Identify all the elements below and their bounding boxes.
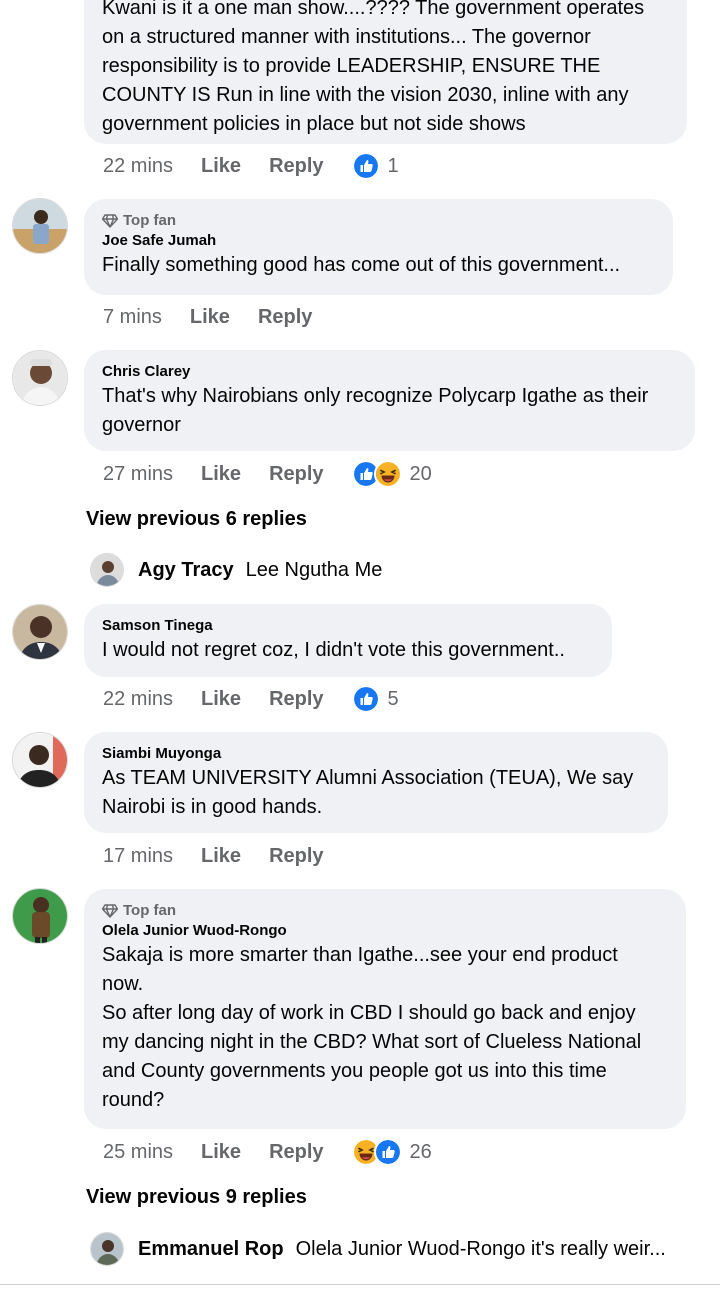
comment-author[interactable]: Joe Safe Jumah	[102, 231, 655, 251]
reply-snippet: Olela Junior Wuod-Rongo it's really weir…	[295, 1237, 666, 1260]
like-reaction-icon	[351, 685, 380, 713]
comment-timestamp[interactable]: 22 mins	[103, 155, 173, 178]
comment-bubble: Kwani is it a one man show....???? The g…	[84, 0, 687, 144]
reply-button[interactable]: Reply	[269, 845, 323, 868]
comment-author[interactable]: Olela Junior Wuod-Rongo	[102, 921, 668, 941]
comment-text-line: So after long day of work in CBD I shoul…	[102, 1002, 636, 1024]
comment-bubble: Top fan Joe Safe Jumah Finally something…	[84, 199, 673, 295]
avatar[interactable]	[12, 350, 68, 406]
reaction-count: 26	[409, 1140, 432, 1163]
avatar[interactable]	[12, 888, 68, 944]
comment-actions: 22 mins Like Reply 1	[103, 151, 399, 181]
diamond-icon	[102, 214, 118, 228]
like-button[interactable]: Like	[201, 463, 241, 486]
comment-bubble: Siambi Muyonga As TEAM UNIVERSITY Alumni…	[84, 732, 668, 833]
reaction-summary[interactable]	[351, 460, 402, 488]
reply-button[interactable]: Reply	[269, 1141, 323, 1164]
avatar[interactable]	[12, 732, 68, 788]
haha-reaction-icon	[373, 460, 402, 488]
comment-actions: 25 mins Like Reply 26	[103, 1137, 432, 1167]
reply-author: Agy Tracy	[138, 558, 234, 581]
reaction-summary[interactable]	[351, 685, 380, 713]
like-button[interactable]: Like	[201, 155, 241, 178]
comment-text-line: I would not regret coz, I didn't vote th…	[102, 639, 565, 661]
reaction-count: 1	[387, 154, 399, 177]
comment-bubble: Chris Clarey That's why Nairobians only …	[84, 350, 695, 451]
comment-timestamp[interactable]: 7 mins	[103, 306, 162, 329]
comment-author[interactable]: Samson Tinega	[102, 616, 594, 636]
diamond-icon	[102, 904, 118, 918]
comment-actions: 7 mins Like Reply	[103, 302, 340, 332]
comment-text-line: round?	[102, 1089, 165, 1111]
avatar	[90, 553, 124, 587]
like-button[interactable]: Like	[190, 306, 230, 329]
comment-text-line: on a structured manner with institutions…	[102, 26, 591, 48]
reply-preview[interactable]: Emmanuel Rop Olela Junior Wuod-Rongo it'…	[90, 1232, 666, 1266]
comment-text-line: Kwani is it a one man show....???? The g…	[102, 0, 645, 19]
comment-text-line: Sakaja is more smarter than Igathe...see…	[102, 944, 618, 966]
comment-actions: 22 mins Like Reply 5	[103, 684, 399, 714]
comment-text-line: That's why Nairobians only recognize Pol…	[102, 385, 649, 407]
like-button[interactable]: Like	[201, 688, 241, 711]
comment-text-line: Nairobi is in good hands.	[102, 796, 323, 818]
comment-timestamp[interactable]: 17 mins	[103, 845, 173, 868]
reply-button[interactable]: Reply	[269, 155, 323, 178]
reply-preview[interactable]: Agy Tracy Lee Ngutha Me	[90, 553, 382, 587]
reply-author: Emmanuel Rop	[138, 1237, 284, 1260]
comment-bubble: Samson Tinega I would not regret coz, I …	[84, 604, 612, 677]
comment-text-line: now.	[102, 973, 144, 995]
view-previous-replies[interactable]: View previous 6 replies	[86, 508, 307, 531]
avatar[interactable]	[12, 198, 68, 254]
comment-text-line: my dancing night in the CBD? What sort o…	[102, 1031, 642, 1053]
reaction-count: 5	[387, 687, 399, 710]
reply-button[interactable]: Reply	[269, 688, 323, 711]
reply-snippet: Lee Ngutha Me	[245, 558, 383, 581]
comment-actions: 17 mins Like Reply	[103, 841, 352, 871]
reply-button[interactable]: Reply	[258, 306, 312, 329]
avatar	[90, 1232, 124, 1266]
comment-text-line: Finally something good has come out of t…	[102, 254, 621, 276]
comment-text-line: As TEAM UNIVERSITY Alumni Association (T…	[102, 767, 634, 789]
reply-button[interactable]: Reply	[269, 463, 323, 486]
comment-bubble: Top fan Olela Junior Wuod-Rongo Sakaja i…	[84, 889, 686, 1129]
divider	[0, 1284, 720, 1285]
comment-timestamp[interactable]: 25 mins	[103, 1141, 173, 1164]
comment-text-line: responsibility is to provide LEADERSHIP,…	[102, 55, 601, 77]
top-fan-badge: Top fan	[102, 901, 668, 921]
reaction-count: 20	[409, 462, 432, 485]
comment-author[interactable]: Siambi Muyonga	[102, 744, 650, 764]
comment-actions: 27 mins Like Reply 20	[103, 459, 432, 489]
comment-text-line: government policies in place but not sid…	[102, 113, 526, 135]
comment-timestamp[interactable]: 22 mins	[103, 688, 173, 711]
top-fan-badge: Top fan	[102, 211, 655, 231]
comment-text-line: COUNTY IS Run in line with the vision 20…	[102, 84, 629, 106]
like-reaction-icon	[351, 152, 380, 180]
like-button[interactable]: Like	[201, 845, 241, 868]
reaction-summary[interactable]	[351, 1138, 402, 1166]
avatar[interactable]	[12, 604, 68, 660]
like-reaction-icon	[373, 1138, 402, 1166]
top-fan-label: Top fan	[123, 212, 177, 229]
comment-text-line: governor	[102, 414, 181, 436]
comment-timestamp[interactable]: 27 mins	[103, 463, 173, 486]
comment-author[interactable]: Chris Clarey	[102, 362, 677, 382]
reaction-summary[interactable]	[351, 152, 380, 180]
view-previous-replies[interactable]: View previous 9 replies	[86, 1186, 307, 1209]
like-button[interactable]: Like	[201, 1141, 241, 1164]
comment-text-line: and County governments you people got us…	[102, 1060, 607, 1082]
top-fan-label: Top fan	[123, 902, 177, 919]
